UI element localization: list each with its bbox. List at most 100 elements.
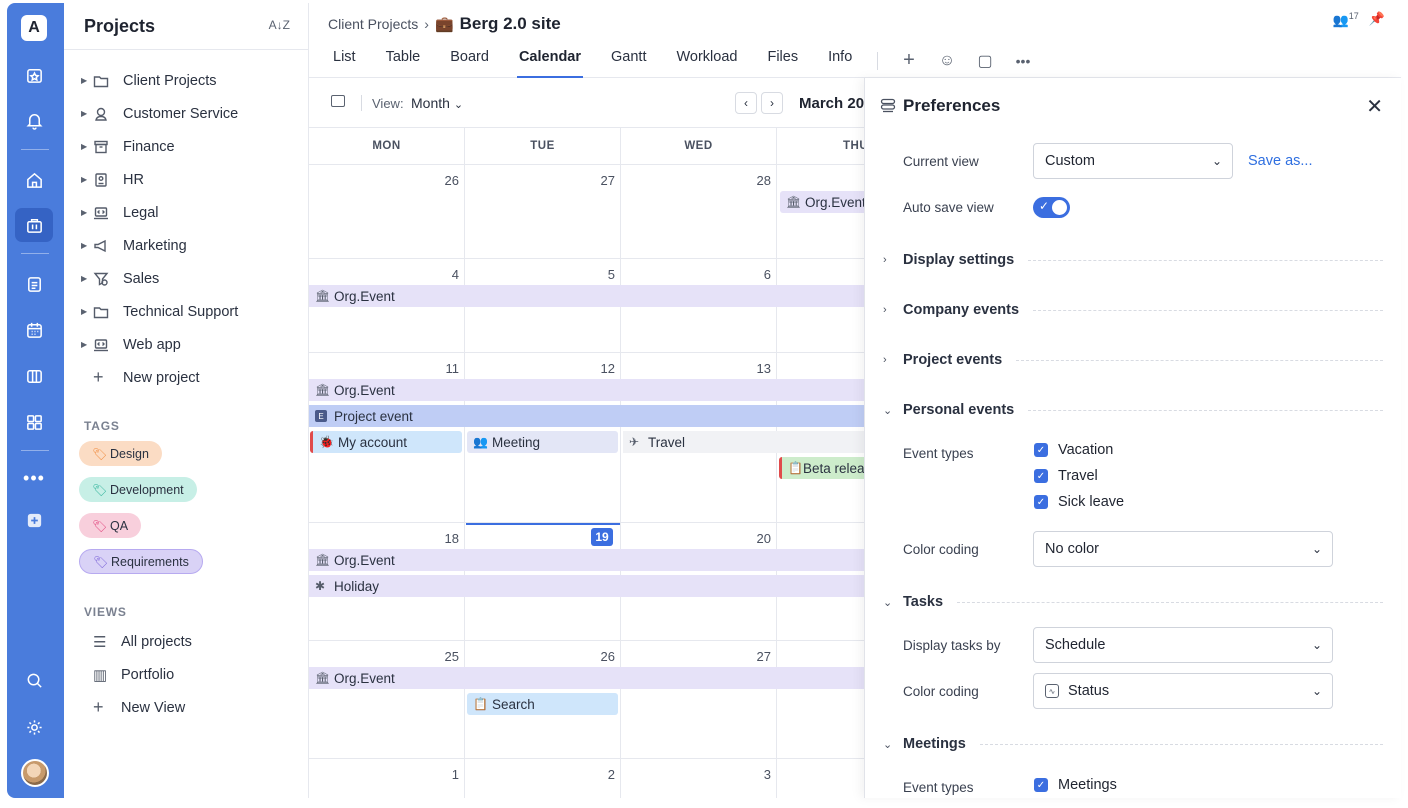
checkbox-sick-leave[interactable]: ✓ Sick leave (1034, 494, 1124, 510)
section-meetings[interactable]: ⌄ Meetings (883, 734, 1383, 754)
expand-caret-icon[interactable]: ▶ (81, 76, 93, 85)
checkbox-meetings[interactable]: ✓ Meetings (1034, 777, 1117, 793)
add-view-plus-icon[interactable]: + (890, 49, 928, 72)
expand-caret-icon[interactable]: ▶ (81, 340, 93, 349)
expand-caret-icon[interactable]: ▶ (81, 307, 93, 316)
calendar-event[interactable]: 👥 Meeting (467, 431, 618, 453)
section-company-events[interactable]: › Company events (883, 300, 1383, 320)
calendar-event[interactable]: 🐞 My account (310, 431, 462, 453)
current-view-select[interactable]: Custom ⌄ (1033, 143, 1233, 179)
project-item[interactable]: ▶ Web app (64, 328, 309, 361)
app-logo[interactable]: A (21, 15, 47, 41)
calendar-event[interactable]: ✱ Holiday (309, 575, 864, 597)
calendar-event[interactable]: 🏛 Org.Event (309, 549, 864, 571)
project-item[interactable]: ▶ Client Projects (64, 64, 309, 97)
members-icon[interactable]: 👥17 (1333, 11, 1359, 28)
apps-grid-icon[interactable] (15, 405, 53, 439)
calendar-event[interactable]: 🏛 Org.Event (309, 379, 864, 401)
tab-list[interactable]: List (321, 47, 368, 78)
calendar-event[interactable]: 📋 Search (467, 693, 618, 715)
tab-board[interactable]: Board (438, 47, 501, 78)
new-view-button[interactable]: + New View (64, 691, 185, 724)
bot-icon[interactable]: ☺ (928, 52, 966, 70)
board-icon[interactable] (15, 359, 53, 393)
next-month-button[interactable]: › (761, 92, 783, 114)
chevron-right-icon: › (883, 354, 887, 366)
day-header: MON (309, 128, 465, 165)
tab-table[interactable]: Table (374, 47, 433, 78)
projects-briefcase-icon[interactable] (15, 208, 53, 242)
expand-caret-icon[interactable]: ▶ (81, 274, 93, 283)
expand-caret-icon[interactable]: ▶ (81, 208, 93, 217)
notifications-icon[interactable] (15, 103, 53, 137)
expand-caret-icon[interactable]: ▶ (81, 175, 93, 184)
tab-workload[interactable]: Workload (664, 47, 749, 78)
project-item[interactable]: ▶ Legal (64, 196, 309, 229)
laptop-code-icon (93, 205, 123, 221)
calendar-event[interactable]: E Project event (309, 405, 864, 427)
checkbox-travel[interactable]: ✓ Travel (1034, 468, 1098, 484)
sort-az-icon[interactable]: A↓Z (269, 18, 290, 32)
day-number: 26 (444, 173, 459, 188)
fullscreen-icon[interactable] (331, 95, 345, 107)
building-icon: 🏛 (315, 671, 331, 685)
tag-requirements[interactable]: 🏷 Requirements (79, 549, 203, 574)
project-item[interactable]: ▶ Marketing (64, 229, 309, 262)
divider (1028, 259, 1383, 261)
section-project-events[interactable]: › Project events (883, 350, 1383, 370)
pin-icon[interactable]: 📌 (1369, 11, 1385, 28)
header-actions: 👥17 📌 (1333, 11, 1385, 28)
prev-month-button[interactable]: ‹ (735, 92, 757, 114)
documents-icon[interactable] (15, 267, 53, 301)
calendar-event[interactable]: 📋 Beta relea (779, 457, 864, 479)
view-all-projects[interactable]: ☰ All projects (64, 625, 192, 658)
tab-files[interactable]: Files (755, 47, 810, 78)
display-tasks-by-select[interactable]: Schedule ⌄ (1033, 627, 1333, 663)
project-item[interactable]: ▶ HR (64, 163, 309, 196)
more-icon[interactable]: ••• (15, 461, 53, 495)
event-title: Project event (334, 408, 413, 424)
search-icon[interactable] (15, 663, 53, 697)
expand-caret-icon[interactable]: ▶ (81, 109, 93, 118)
project-item[interactable]: ▶ Sales (64, 262, 309, 295)
calendar-event[interactable]: 🏛 Org.Event (780, 191, 864, 213)
calendar-event[interactable]: 🏛 Org.Event (309, 667, 864, 689)
project-item[interactable]: ▶ Customer Service (64, 97, 309, 130)
auto-save-toggle[interactable]: ✓ (1033, 197, 1070, 218)
personal-color-coding-select[interactable]: No color ⌄ (1033, 531, 1333, 567)
more-options-icon[interactable]: ••• (1004, 53, 1042, 69)
add-app-icon[interactable] (15, 503, 53, 537)
section-tasks[interactable]: ⌄ Tasks (883, 592, 1383, 612)
starred-icon[interactable] (15, 58, 53, 92)
expand-caret-icon[interactable]: ▶ (81, 142, 93, 151)
calendar-event[interactable]: 🏛 Org.Event (309, 285, 864, 307)
day-cell[interactable] (777, 759, 864, 798)
tab-info[interactable]: Info (816, 47, 864, 78)
tag-qa[interactable]: 🏷 QA (79, 513, 142, 538)
tab-calendar[interactable]: Calendar (507, 47, 593, 78)
save-as-link[interactable]: Save as... (1248, 153, 1312, 169)
tasks-color-coding-select[interactable]: ∿ Status ⌄ (1033, 673, 1333, 709)
tag-development[interactable]: 🏷 Development (79, 477, 197, 502)
tab-gantt[interactable]: Gantt (599, 47, 658, 78)
breadcrumb-parent[interactable]: Client Projects (328, 16, 418, 32)
project-item[interactable]: ▶ Finance (64, 130, 309, 163)
view-mode-select[interactable]: Month ⌄ (411, 95, 463, 111)
home-icon[interactable] (15, 163, 53, 197)
new-project-button[interactable]: + New project (64, 361, 309, 394)
calendar-icon[interactable] (15, 313, 53, 347)
user-avatar[interactable] (21, 759, 49, 787)
archive-icon[interactable]: ▢ (966, 51, 1004, 71)
event-title: Org.Event (334, 382, 395, 398)
calendar-event[interactable]: ✈ Travel (623, 431, 864, 453)
close-icon[interactable]: ✕ (1366, 94, 1383, 119)
checkbox-vacation[interactable]: ✓ Vacation (1034, 442, 1113, 458)
day-cell[interactable] (777, 641, 864, 759)
tag-design[interactable]: 🏷 Design (79, 441, 162, 466)
expand-caret-icon[interactable]: ▶ (81, 241, 93, 250)
section-personal-events[interactable]: ⌄ Personal events (883, 400, 1383, 420)
view-portfolio[interactable]: ▥ Portfolio (64, 658, 174, 691)
section-display-settings[interactable]: › Display settings (883, 250, 1383, 270)
settings-gear-icon[interactable] (15, 710, 53, 744)
project-item[interactable]: ▶ Technical Support (64, 295, 309, 328)
